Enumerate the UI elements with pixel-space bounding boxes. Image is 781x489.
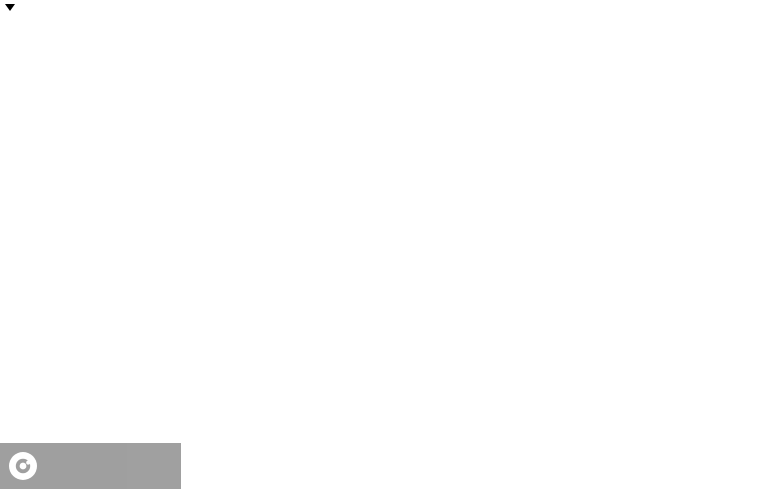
price-chart[interactable] xyxy=(0,0,781,489)
instaforex-gear-icon xyxy=(9,452,37,480)
chart-window xyxy=(0,0,781,489)
chart-title xyxy=(5,4,21,11)
broker-watermark xyxy=(0,443,181,489)
symbol-dropdown-icon xyxy=(5,4,15,11)
